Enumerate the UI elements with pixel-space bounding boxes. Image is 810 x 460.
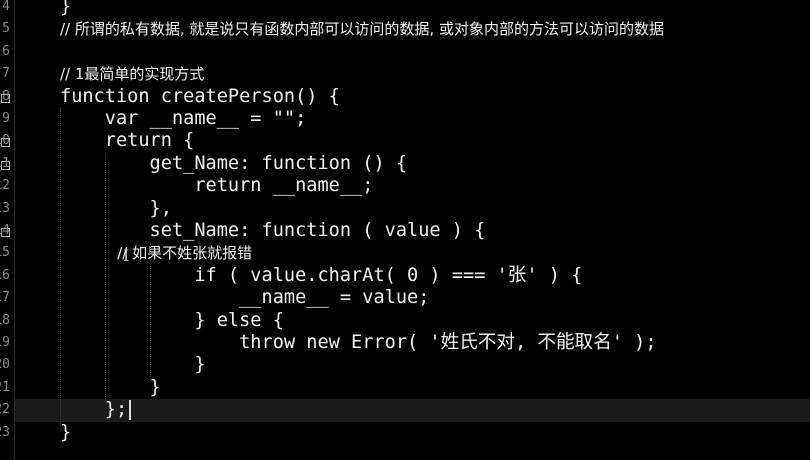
- code-line: },: [15, 198, 810, 220]
- fold-toggle-icon[interactable]: [1, 160, 10, 170]
- code-text: function createPerson() {: [60, 85, 340, 107]
- code-line: } else {: [15, 310, 810, 332]
- line-number: 9: [2, 111, 10, 126]
- code-line: // 所谓的私有数据, 就是说只有函数内部可以访问的数据, 或对象内部的方法可以…: [15, 18, 810, 40]
- code-line: get_Name: function () {: [15, 153, 810, 175]
- code-line: return {: [15, 130, 810, 152]
- line-number: 16: [0, 267, 10, 283]
- line-number: 13: [0, 200, 10, 216]
- fold-toggle-icon[interactable]: [1, 138, 10, 148]
- code-line: __name__ = value;: [15, 287, 810, 309]
- line-number: 6: [2, 43, 10, 59]
- code-line: }: [15, 354, 810, 376]
- line-number: 20: [0, 357, 10, 373]
- line-number: 22: [0, 402, 10, 418]
- code-text: return __name__;: [60, 175, 374, 197]
- code-line: set_Name: function ( value ) {: [15, 220, 810, 242]
- code-comment: // 如果不姓张就报错: [60, 244, 253, 263]
- code-text: }: [60, 354, 206, 376]
- code-line: // 如果不姓张就报错: [15, 242, 810, 264]
- line-number: 4: [2, 0, 10, 14]
- line-number: 5: [2, 21, 10, 37]
- mouse-ibeam-cursor-icon: I: [123, 246, 130, 265]
- code-text: }: [60, 0, 72, 17]
- code-text: set_Name: function ( value ) {: [60, 220, 486, 241]
- code-text: }: [60, 421, 72, 443]
- code-text: }: [60, 376, 161, 398]
- code-comment: // 1最简单的实现方式: [60, 65, 205, 84]
- line-number: 21: [0, 379, 10, 395]
- code-text: __name__ = value;: [60, 287, 430, 309]
- code-line: function createPerson() {: [15, 86, 810, 108]
- code-line: }: [15, 422, 810, 444]
- line-number: 23: [0, 424, 10, 440]
- code-comment: // 所谓的私有数据, 就是说只有函数内部可以访问的数据, 或对象内部的方法可以…: [60, 20, 664, 39]
- code-line: if ( value.charAt( 0 ) === '张' ) {: [15, 265, 810, 287]
- line-number: 7: [2, 66, 10, 82]
- code-line: }: [15, 377, 810, 399]
- fold-toggle-icon[interactable]: [1, 93, 10, 103]
- code-text: },: [60, 197, 172, 219]
- line-number: 15: [0, 245, 10, 261]
- code-text: return {: [60, 130, 195, 152]
- code-line: return __name__;: [15, 175, 810, 197]
- line-number: 18: [0, 312, 10, 328]
- line-number: 12: [0, 178, 10, 194]
- indent-guide: [150, 243, 151, 381]
- code-line: }: [15, 0, 810, 18]
- indent-guide: [60, 108, 61, 426]
- line-number: 17: [0, 290, 10, 306]
- line-number: 19: [0, 335, 10, 350]
- code-text: };: [60, 399, 128, 421]
- code-text: var __name__ = "";: [60, 108, 307, 129]
- code-line: throw new Error( '姓氏不对, 不能取名' );: [15, 332, 810, 354]
- code-text: get_Name: function () {: [60, 152, 408, 174]
- code-text: if ( value.charAt( 0 ) === '张' ) {: [60, 264, 583, 286]
- code-line: };: [15, 399, 810, 422]
- indent-guide: [105, 153, 106, 403]
- code-line: var __name__ = "";: [15, 108, 810, 130]
- code-line: // 1最简单的实现方式: [15, 63, 810, 85]
- text-caret: [129, 400, 131, 421]
- fold-toggle-icon[interactable]: [1, 228, 10, 237]
- code-text: } else {: [60, 309, 284, 331]
- line-number-gutter: 4567891011121314151617181920212223: [0, 0, 15, 460]
